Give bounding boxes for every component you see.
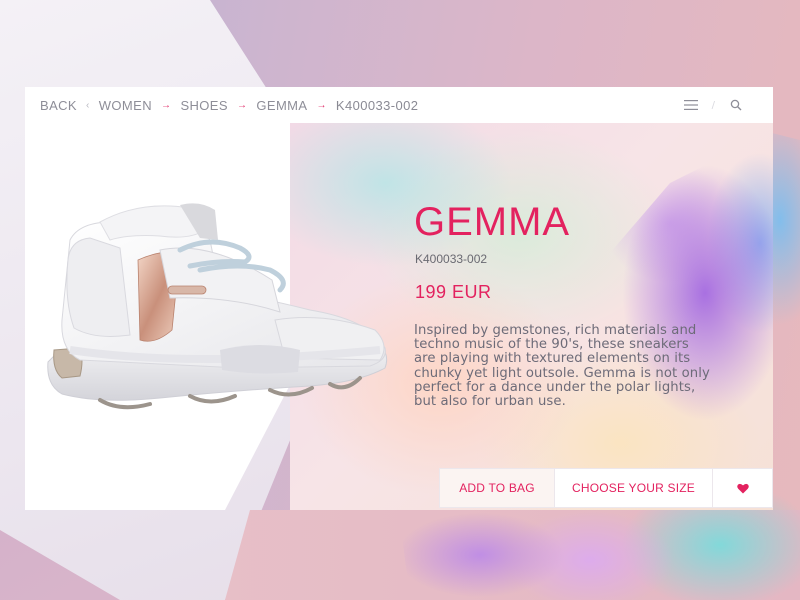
add-to-bag-button[interactable]: ADD TO BAG [439, 468, 555, 508]
favorite-button[interactable] [713, 468, 773, 508]
search-icon[interactable] [729, 98, 743, 112]
toolbar-divider: / [711, 99, 715, 111]
breadcrumb: BACK ‹ WOMEN → SHOES → GEMMA → K400033-0… [40, 87, 418, 123]
sneaker-drawing [47, 203, 388, 410]
arrow-right-icon: → [236, 99, 248, 111]
arrow-right-icon: → [161, 99, 172, 111]
hamburger-icon[interactable] [683, 98, 698, 112]
product-title: GEMMA [414, 200, 571, 244]
breadcrumb-item-gemma[interactable]: GEMMA [256, 98, 307, 113]
toolbar-icons: / [683, 87, 743, 123]
product-description: Inspired by gemstones, rich materials an… [414, 323, 710, 410]
back-link[interactable]: BACK [40, 98, 77, 113]
choose-size-button[interactable]: CHOOSE YOUR SIZE [555, 468, 713, 508]
sneaker-image [40, 200, 390, 410]
breadcrumb-item-sku: K400033-002 [335, 97, 419, 113]
product-actions: ADD TO BAG CHOOSE YOUR SIZE [439, 468, 773, 510]
breadcrumb-item-women[interactable]: WOMEN [99, 98, 152, 113]
breadcrumb-item-shoes[interactable]: SHOES [180, 98, 228, 113]
top-navigation-bar: BACK ‹ WOMEN → SHOES → GEMMA → K400033-0… [25, 87, 773, 123]
chevron-left-icon: ‹ [86, 99, 90, 111]
heart-icon [736, 483, 749, 493]
product-sku: K400033-002 [415, 252, 488, 266]
arrow-right-icon: → [316, 99, 327, 111]
product-price: 199 EUR [415, 282, 492, 302]
